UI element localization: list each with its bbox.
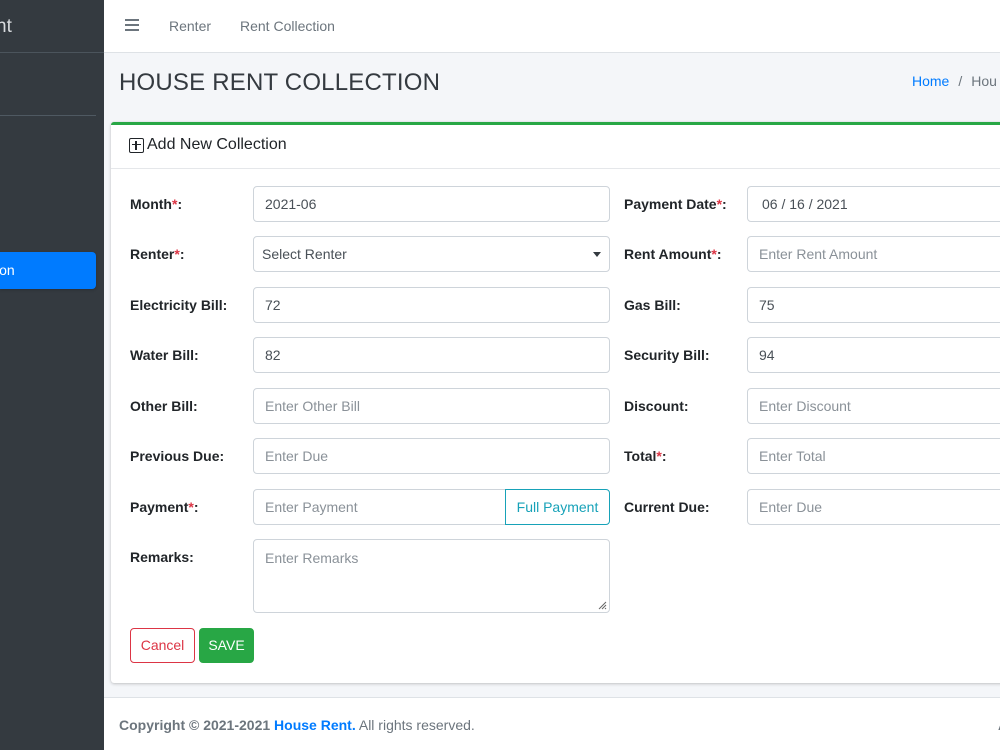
nav-link-renter[interactable]: Renter <box>169 0 211 53</box>
resize-handle-icon[interactable] <box>597 600 607 610</box>
electricity-bill-input[interactable]: 72 <box>253 287 610 323</box>
water-bill-input[interactable]: 82 <box>253 337 610 373</box>
card-header: Add New Collection <box>111 125 1000 169</box>
payment-label: Payment*: <box>130 499 199 515</box>
gas-bill-label: Gas Bill: <box>624 297 681 313</box>
card-title-text: Add New Collection <box>147 136 287 153</box>
breadcrumb-separator: / <box>958 73 963 89</box>
card-title: Add New Collection <box>129 136 287 154</box>
previous-due-input[interactable]: Enter Due <box>253 438 610 474</box>
menu-toggle-icon[interactable] <box>125 19 139 31</box>
page-title: HOUSE RENT COLLECTION <box>119 69 441 96</box>
payment-input[interactable]: Enter Payment <box>253 489 506 525</box>
chevron-down-icon <box>593 252 601 257</box>
current-due-label: Current Due: <box>624 499 710 515</box>
plus-square-icon <box>129 137 144 153</box>
remarks-placeholder: Enter Remarks <box>265 550 359 566</box>
brand-link[interactable]: nt <box>0 0 104 53</box>
sidebar: nt ion <box>0 0 104 750</box>
renter-select[interactable]: Select Renter <box>253 236 610 272</box>
user-panel <box>0 53 96 116</box>
renter-label: Renter*: <box>130 246 185 262</box>
other-bill-input[interactable]: Enter Other Bill <box>253 388 610 424</box>
top-navbar: Renter Rent Collection <box>104 0 1000 53</box>
copyright-text: Copyright © 2021-2021 <box>119 717 271 733</box>
rent-amount-label: Rent Amount*: <box>624 246 722 262</box>
discount-input[interactable]: Enter Discount <box>747 388 1000 424</box>
footer: Copyright © 2021-2021 House Rent. All ri… <box>104 697 1000 750</box>
remarks-textarea[interactable]: Enter Remarks <box>253 539 610 613</box>
month-input[interactable]: 2021-06 <box>253 186 610 222</box>
gas-bill-input[interactable]: 75 <box>747 287 1000 323</box>
current-due-input[interactable]: Enter Due <box>747 489 1000 525</box>
discount-label: Discount: <box>624 398 689 414</box>
footer-copyright: Copyright © 2021-2021 House Rent. All ri… <box>119 717 475 733</box>
remarks-label: Remarks: <box>130 549 194 565</box>
cancel-button[interactable]: Cancel <box>130 628 195 663</box>
brand-text: nt <box>0 16 12 37</box>
breadcrumb-current: Hou <box>971 73 997 89</box>
security-bill-input[interactable]: 94 <box>747 337 1000 373</box>
payment-date-input[interactable]: 06 / 16 / 2021 <box>747 186 1000 222</box>
save-button[interactable]: SAVE <box>199 628 254 663</box>
electricity-bill-label: Electricity Bill: <box>130 297 228 313</box>
breadcrumb-home-link[interactable]: Home <box>912 73 949 89</box>
sidebar-item-label: ion <box>0 262 15 278</box>
other-bill-label: Other Bill: <box>130 398 198 414</box>
nav-link-rent-collection[interactable]: Rent Collection <box>240 0 335 53</box>
footer-rights: All rights reserved. <box>355 717 475 733</box>
breadcrumb: Home / Hou <box>912 73 997 89</box>
rent-amount-input[interactable]: Enter Rent Amount <box>747 236 1000 272</box>
full-payment-button[interactable]: Full Payment <box>505 489 610 525</box>
month-label: Month*: <box>130 196 183 212</box>
renter-select-value: Select Renter <box>262 246 347 262</box>
total-label: Total*: <box>624 448 667 464</box>
security-bill-label: Security Bill: <box>624 347 710 363</box>
water-bill-label: Water Bill: <box>130 347 199 363</box>
payment-date-label: Payment Date*: <box>624 196 727 212</box>
footer-brand-link[interactable]: House Rent. <box>274 717 356 733</box>
sidebar-item-rent-collection[interactable]: ion <box>0 252 96 289</box>
total-input[interactable]: Enter Total <box>747 438 1000 474</box>
previous-due-label: Previous Due: <box>130 448 225 464</box>
